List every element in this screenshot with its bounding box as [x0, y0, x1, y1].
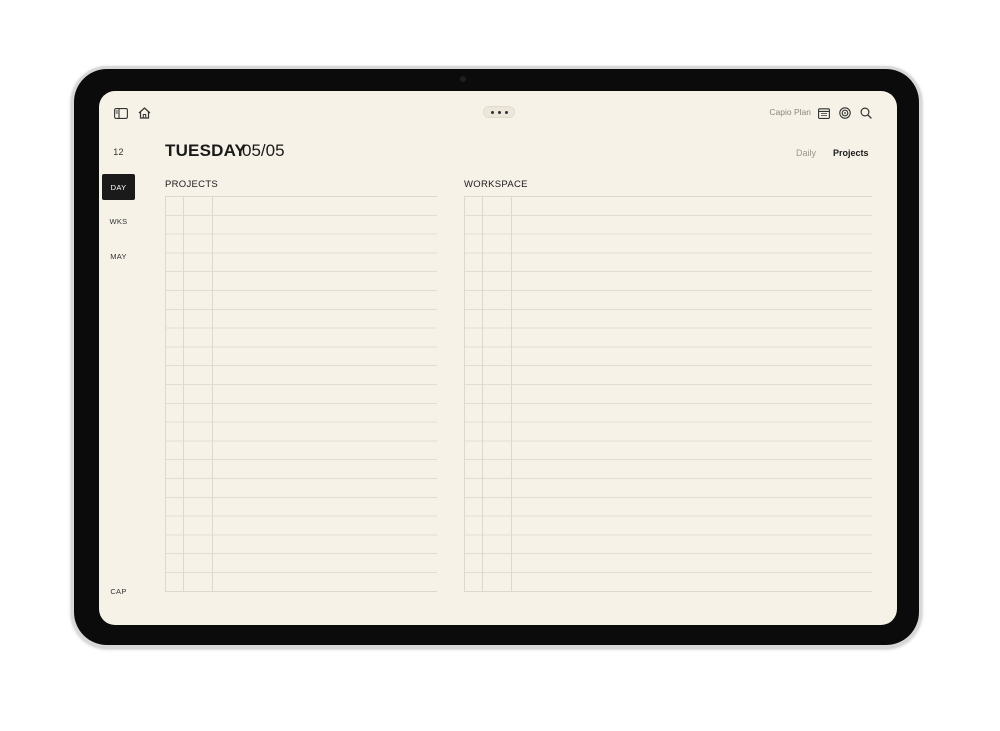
target-icon[interactable] — [837, 105, 853, 121]
rail-item-month[interactable]: MAY — [102, 243, 135, 269]
rail-item-weeks[interactable]: WKS — [102, 208, 135, 234]
page-title-weekday: TUESDAY — [165, 141, 247, 160]
rail-item-cap[interactable]: CAP — [102, 578, 135, 604]
workspace-grid[interactable] — [464, 196, 872, 592]
app-screen: Capio Plan 12 DAY WKS MAY CAP TUESDAY 05… — [99, 91, 897, 625]
home-icon[interactable] — [136, 105, 152, 121]
tab-daily[interactable]: Daily — [796, 148, 816, 158]
app-name: Capio Plan — [769, 107, 811, 117]
rail-item-day[interactable]: DAY — [102, 174, 135, 200]
calendar-icon[interactable] — [816, 105, 832, 121]
camera-dot — [460, 76, 466, 82]
search-icon[interactable] — [858, 105, 874, 121]
sidebar-icon[interactable] — [113, 105, 129, 121]
rail-number[interactable]: 12 — [102, 139, 135, 165]
projects-section-label: PROJECTS — [165, 179, 219, 190]
more-icon[interactable] — [483, 106, 515, 118]
projects-grid[interactable] — [165, 196, 437, 592]
tab-projects[interactable]: Projects — [833, 148, 869, 158]
page-title-date: 05/05 — [242, 141, 285, 160]
workspace-section-label: WORKSPACE — [464, 179, 528, 190]
